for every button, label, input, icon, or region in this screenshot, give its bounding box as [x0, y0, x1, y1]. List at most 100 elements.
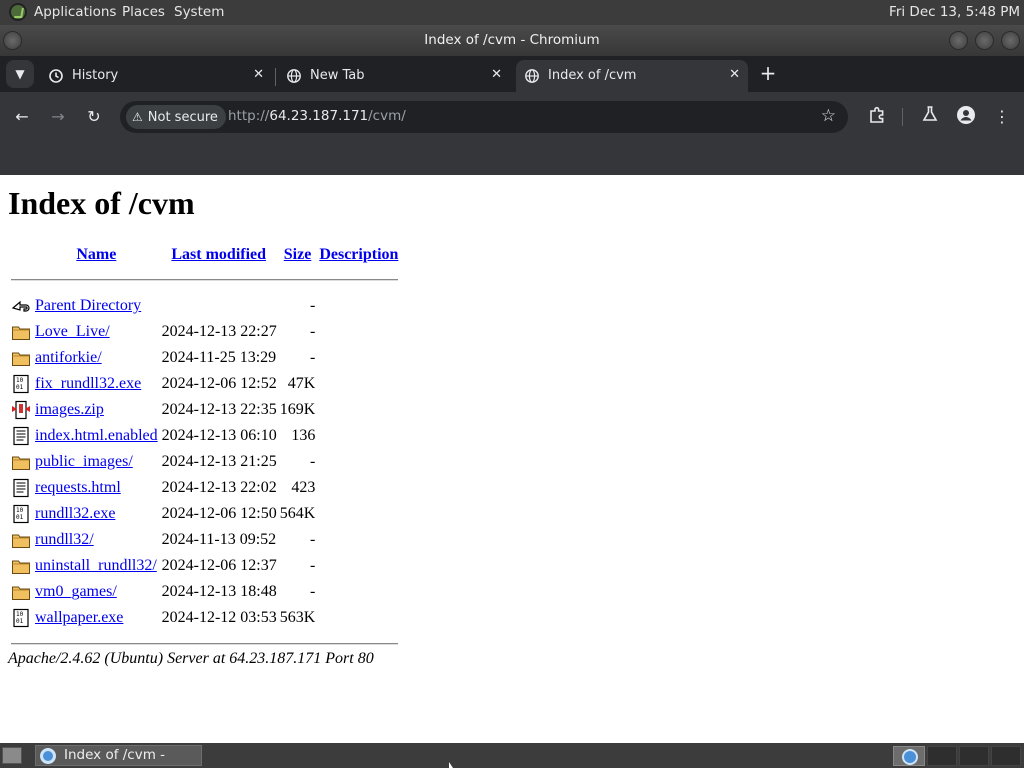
close-tab-icon[interactable]: ✕ — [491, 67, 502, 82]
last-modified-cell: 2024-12-13 21:25 — [161, 453, 277, 470]
menu-button[interactable]: ⋮ — [990, 105, 1014, 129]
sort-by-last-modified-link[interactable]: Last modified — [171, 246, 266, 263]
security-indicator-button[interactable]: ⚠ Not secure — [126, 105, 226, 129]
maximize-icon[interactable] — [975, 31, 994, 50]
table-row: public_images/2024-12-13 21:25 - — [10, 450, 399, 474]
applications-menu[interactable]: Applications — [34, 4, 116, 20]
page-content: Index of /cvm Name Last modified Size De… — [0, 175, 1024, 743]
file-link[interactable]: Love_Live/ — [35, 323, 110, 340]
folder-icon — [11, 556, 31, 576]
size-cell: - — [309, 323, 316, 340]
folder-icon — [11, 530, 31, 550]
puzzle-icon — [870, 106, 884, 123]
file-link[interactable]: antiforkie/ — [35, 349, 102, 366]
description-cell — [318, 294, 399, 318]
server-signature: Apache/2.4.62 (Ubuntu) Server at 64.23.1… — [8, 650, 374, 667]
security-label: Not secure — [147, 110, 218, 125]
tab-new-tab[interactable]: New Tab ✕ — [278, 60, 510, 92]
file-link[interactable]: index.html.enabled — [35, 427, 158, 444]
description-cell — [318, 320, 399, 344]
extensions-button[interactable] — [865, 105, 889, 129]
tab-strip: ▼ History ✕ New Tab ✕ Index of /cvm ✕ + — [0, 56, 1024, 92]
description-cell — [318, 450, 399, 474]
new-tab-button[interactable]: + — [756, 62, 780, 86]
table-row: Love_Live/2024-12-13 22:27 - — [10, 320, 399, 344]
sort-by-description-link[interactable]: Description — [319, 246, 398, 263]
distro-logo-icon[interactable] — [9, 3, 27, 21]
workspace-2[interactable] — [959, 746, 989, 766]
last-modified-cell: 2024-12-13 06:10 — [161, 427, 277, 444]
description-cell — [318, 346, 399, 370]
file-link[interactable]: rundll32/ — [35, 531, 94, 548]
window-titlebar[interactable]: Index of /cvm - Chromium — [0, 25, 1024, 56]
toolbar-separator — [902, 108, 903, 126]
size-cell: 563K — [279, 609, 316, 626]
divider — [10, 268, 399, 292]
tab-index-of-cvm[interactable]: Index of /cvm ✕ — [516, 60, 748, 92]
file-link[interactable]: Parent Directory — [35, 297, 141, 314]
description-cell — [318, 580, 399, 604]
sort-by-size-link[interactable]: Size — [284, 246, 312, 263]
window-title: Index of /cvm - Chromium — [424, 32, 600, 48]
file-link[interactable]: images.zip — [35, 401, 104, 418]
profile-button[interactable] — [954, 105, 978, 129]
file-link[interactable]: wallpaper.exe — [35, 609, 123, 626]
file-link[interactable]: rundll32.exe — [35, 505, 115, 522]
places-menu[interactable]: Places — [122, 4, 165, 20]
address-bar[interactable]: ⚠ Not secure http://64.23.187.171/cvm/ ☆ — [120, 101, 848, 133]
size-cell: - — [309, 453, 316, 470]
workspace-3[interactable] — [991, 746, 1021, 766]
last-modified-cell: 2024-11-13 09:52 — [161, 531, 277, 548]
binary-file-icon: 10 01 — [11, 504, 31, 524]
close-window-icon[interactable] — [1001, 31, 1020, 50]
size-cell: 169K — [279, 401, 316, 418]
tray-chromium-icon[interactable] — [893, 746, 925, 766]
url-text[interactable]: http://64.23.187.171/cvm/ — [228, 108, 406, 124]
tab-search-button[interactable]: ▼ — [6, 60, 34, 88]
last-modified-cell: 2024-12-13 22:27 — [161, 323, 277, 340]
text-file-icon — [11, 426, 31, 446]
flask-icon — [922, 106, 938, 121]
mouse-cursor — [449, 762, 453, 768]
description-cell — [318, 606, 399, 630]
window-menu-icon[interactable] — [3, 31, 22, 50]
description-cell — [318, 398, 399, 422]
folder-icon — [11, 322, 31, 342]
file-link[interactable]: requests.html — [35, 479, 121, 496]
panel-clock[interactable]: Fri Dec 13, 5:48 PM — [889, 4, 1020, 20]
tab-history[interactable]: History ✕ — [40, 60, 272, 92]
bookmark-star-icon[interactable]: ☆ — [821, 106, 836, 126]
size-cell: - — [309, 531, 316, 548]
svg-text:01: 01 — [16, 618, 24, 625]
folder-icon — [11, 582, 31, 602]
tab-title: History — [72, 68, 119, 83]
table-row: antiforkie/2024-11-25 13:29 - — [10, 346, 399, 370]
globe-icon — [525, 69, 539, 83]
tab-title: New Tab — [310, 68, 365, 83]
show-desktop-icon[interactable] — [2, 747, 22, 764]
file-link[interactable]: fix_rundll32.exe — [35, 375, 141, 392]
svg-text:01: 01 — [16, 514, 24, 521]
reload-icon: ↻ — [87, 107, 101, 126]
labs-button[interactable] — [918, 105, 942, 129]
file-link[interactable]: public_images/ — [35, 453, 133, 470]
close-tab-icon[interactable]: ✕ — [253, 67, 264, 82]
table-row: vm0_games/2024-12-13 18:48 - — [10, 580, 399, 604]
size-cell: - — [309, 349, 316, 366]
workspace-1[interactable] — [927, 746, 957, 766]
taskbar-window-button[interactable]: Index of /cvm - Chr... — [35, 745, 202, 768]
plus-icon: + — [759, 61, 777, 85]
close-tab-icon[interactable]: ✕ — [729, 67, 740, 82]
forward-button[interactable]: → — [46, 105, 70, 129]
file-link[interactable]: vm0_games/ — [35, 583, 117, 600]
reload-button[interactable]: ↻ — [82, 105, 106, 129]
sort-by-name-link[interactable]: Name — [76, 246, 116, 263]
last-modified-cell: 2024-12-12 03:53 — [161, 609, 277, 626]
system-menu[interactable]: System — [174, 4, 224, 20]
table-row: images.zip 2024-12-13 22:35 169K — [10, 398, 399, 422]
back-button[interactable]: ← — [10, 105, 34, 129]
table-row: requests.html 2024-12-13 22:02 423 — [10, 476, 399, 500]
last-modified-cell: 2024-11-25 13:29 — [161, 349, 277, 366]
file-link[interactable]: uninstall_rundll32/ — [35, 557, 157, 574]
minimize-icon[interactable] — [949, 31, 968, 50]
